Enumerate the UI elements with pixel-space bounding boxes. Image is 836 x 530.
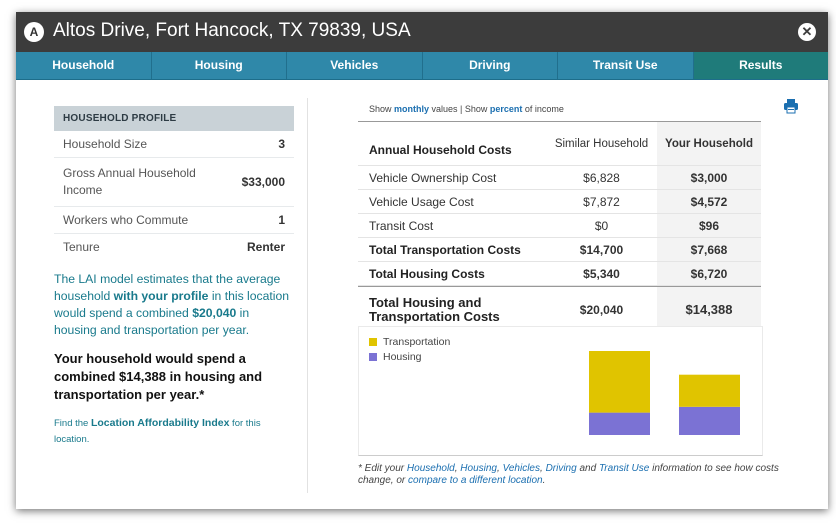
cost-chart: Transportation Housing bbox=[358, 326, 763, 456]
profile-label: Tenure bbox=[63, 240, 100, 254]
footnote-link-compare[interactable]: compare to a different location bbox=[408, 475, 543, 486]
your-value: $7,668 bbox=[657, 238, 761, 261]
your-spend-amount: $14,388 bbox=[119, 369, 167, 384]
bar-housing-similar bbox=[589, 412, 650, 435]
profile-row-workers: Workers who Commute 1 bbox=[54, 207, 294, 234]
profile-label: Household Size bbox=[63, 137, 148, 151]
row-label: Vehicle Ownership Cost bbox=[369, 170, 497, 185]
your-spend-text: Your household would spend a combined $1… bbox=[54, 350, 294, 404]
profile-label: Workers who Commute bbox=[63, 213, 189, 227]
column-header-similar: Similar Household bbox=[554, 137, 649, 150]
profile-value: 1 bbox=[278, 213, 285, 227]
similar-value: $6,828 bbox=[583, 170, 620, 185]
profile-label: Gross Annual Household Income bbox=[63, 166, 196, 197]
table-row: Total Transportation Costs $14,700 $7,66… bbox=[358, 238, 761, 262]
find-lai-text: Find the Location Affordability Index fo… bbox=[54, 415, 294, 448]
profile-heading: HOUSEHOLD PROFILE bbox=[54, 106, 294, 131]
lai-estimate-text: The LAI model estimates that the average… bbox=[54, 271, 294, 339]
tab-transit-use[interactable]: Transit Use bbox=[558, 52, 694, 79]
percent-link[interactable]: percent bbox=[490, 104, 523, 114]
your-value: $6,720 bbox=[657, 262, 761, 285]
find-text-part: Find the bbox=[54, 418, 91, 429]
row-label: Total Housing and Transportation Costs bbox=[369, 294, 500, 324]
lai-link[interactable]: Location Affordability Index bbox=[91, 417, 229, 429]
footnote: * Edit your Household, Housing, Vehicles… bbox=[358, 463, 788, 487]
show-text: values | Show bbox=[429, 104, 490, 114]
table-row: Total Housing Costs $5,340 $6,720 bbox=[358, 262, 761, 286]
footnote-link-transit-use[interactable]: Transit Use bbox=[599, 463, 649, 474]
similar-value: $5,340 bbox=[583, 266, 620, 281]
cost-table-header: Annual Household Costs Similar Household… bbox=[358, 122, 761, 166]
profile-row-household-size: Household Size 3 bbox=[54, 131, 294, 158]
panel-divider bbox=[307, 98, 308, 493]
tab-household[interactable]: Household bbox=[16, 52, 152, 79]
chart-plot bbox=[589, 351, 740, 435]
show-text: of income bbox=[522, 104, 564, 114]
similar-value: $7,872 bbox=[583, 194, 620, 209]
row-label: Vehicle Usage Cost bbox=[369, 194, 474, 209]
footnote-text: and bbox=[576, 463, 599, 474]
column-header-costs: Annual Household Costs bbox=[369, 142, 512, 157]
bar-transportation-similar bbox=[589, 351, 650, 413]
display-options: Show monthly values | Show percent of in… bbox=[369, 104, 564, 114]
tab-results[interactable]: Results bbox=[693, 52, 828, 79]
row-label: Total Transportation Costs bbox=[369, 242, 521, 257]
tab-housing[interactable]: Housing bbox=[152, 52, 287, 79]
dialog-title: Altos Drive, Fort Hancock, TX 79839, USA bbox=[53, 20, 411, 41]
similar-value: $0 bbox=[594, 218, 609, 233]
close-icon[interactable]: ✕ bbox=[798, 23, 816, 41]
footnote-link-household[interactable]: Household bbox=[407, 463, 455, 474]
profile-row-income: Gross Annual Household Income $33,000 bbox=[54, 158, 294, 207]
table-row: Vehicle Ownership Cost $6,828 $3,000 bbox=[358, 166, 761, 190]
lai-text-bold: with your profile bbox=[113, 289, 209, 303]
profile-value: $33,000 bbox=[241, 175, 285, 189]
footnote-link-vehicles[interactable]: Vehicles bbox=[503, 463, 540, 474]
table-row: Transit Cost $0 $96 bbox=[358, 214, 761, 238]
your-value: $96 bbox=[657, 214, 761, 237]
your-value: $4,572 bbox=[657, 190, 761, 213]
bar-transportation-yours bbox=[679, 374, 740, 407]
show-text: Show bbox=[369, 104, 395, 114]
tab-bar: Household Housing Vehicles Driving Trans… bbox=[16, 52, 828, 80]
footnote-text: * Edit your bbox=[358, 463, 407, 474]
column-header-yours: Your Household bbox=[657, 122, 761, 165]
print-icon[interactable] bbox=[783, 98, 799, 114]
profile-row-tenure: Tenure Renter bbox=[54, 234, 294, 260]
bar-housing-yours bbox=[679, 406, 740, 435]
lai-similar-total: $20,040 bbox=[192, 306, 237, 320]
cost-table: Annual Household Costs Similar Household… bbox=[358, 121, 761, 332]
similar-value: $20,040 bbox=[579, 302, 624, 317]
tab-driving[interactable]: Driving bbox=[423, 52, 558, 79]
row-label: Transit Cost bbox=[369, 218, 434, 233]
row-label: Total Housing Costs bbox=[369, 266, 485, 281]
results-dialog: A Altos Drive, Fort Hancock, TX 79839, U… bbox=[16, 12, 828, 509]
title-bar: A Altos Drive, Fort Hancock, TX 79839, U… bbox=[16, 12, 828, 52]
monthly-link[interactable]: monthly bbox=[394, 104, 429, 114]
similar-value: $14,700 bbox=[579, 242, 624, 257]
footnote-link-driving[interactable]: Driving bbox=[546, 463, 577, 474]
profile-value: 3 bbox=[278, 137, 285, 151]
your-value: $3,000 bbox=[657, 166, 761, 189]
location-marker-badge: A bbox=[24, 22, 44, 42]
footnote-text: . bbox=[542, 475, 546, 486]
tab-vehicles[interactable]: Vehicles bbox=[287, 52, 423, 79]
table-row: Vehicle Usage Cost $7,872 $4,572 bbox=[358, 190, 761, 214]
profile-value: Renter bbox=[246, 240, 285, 254]
household-profile: HOUSEHOLD PROFILE Household Size 3 Gross… bbox=[54, 106, 294, 260]
footnote-link-housing[interactable]: Housing bbox=[460, 463, 497, 474]
